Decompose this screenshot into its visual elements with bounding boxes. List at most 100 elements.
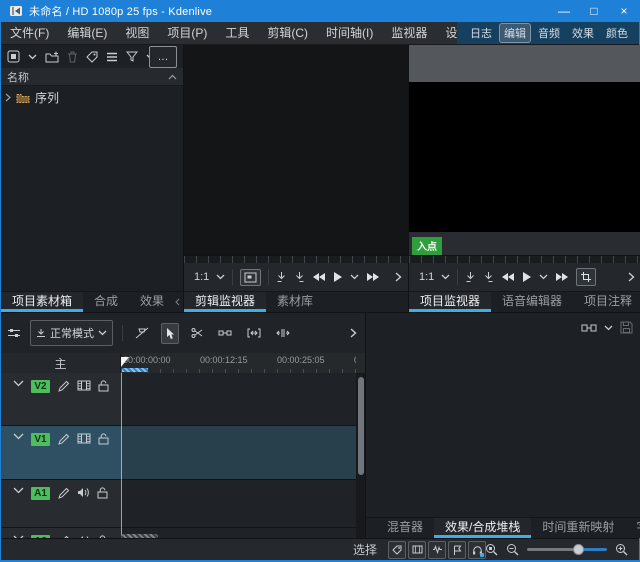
toolbar-overflow-icon[interactable]: [395, 272, 404, 282]
maximize-button[interactable]: □: [579, 0, 609, 22]
audio-track-icon[interactable]: [77, 487, 90, 498]
bin-more-button[interactable]: …: [149, 46, 177, 68]
workspace-color[interactable]: 颜色: [601, 23, 633, 43]
ripple-tool-icon[interactable]: [273, 325, 293, 341]
timeline-ruler-track[interactable]: 00:00:00:00 00:00:12:15 00:00:25:05 00:0…: [121, 353, 356, 373]
zone-mode-button[interactable]: [576, 268, 596, 286]
edit-mode-select[interactable]: 正常模式: [30, 320, 113, 346]
workspace-logging[interactable]: 日志: [465, 23, 497, 43]
delete-icon[interactable]: [67, 51, 78, 63]
audio-monitor-toggle[interactable]: [468, 541, 486, 559]
timeline-zoom-slider[interactable]: [527, 544, 607, 556]
lock-icon[interactable]: [98, 433, 109, 445]
tab-library[interactable]: 素材库: [266, 292, 324, 312]
tab-scroll-left-icon[interactable]: [175, 298, 180, 306]
tab-mixer[interactable]: 混音器: [376, 518, 434, 538]
tab-project-monitor[interactable]: 项目监视器: [409, 292, 491, 312]
tab-compositions[interactable]: 合成: [83, 292, 129, 312]
menu-view[interactable]: 视图: [116, 22, 158, 44]
slip-tool-icon[interactable]: [244, 325, 264, 341]
workspace-audio[interactable]: 音频: [533, 23, 565, 43]
track-header-v2[interactable]: V2: [1, 373, 121, 425]
minimize-button[interactable]: —: [549, 0, 579, 22]
bin-item-sequences[interactable]: 序列: [1, 86, 183, 109]
menu-tools[interactable]: 工具: [216, 22, 258, 44]
menu-project[interactable]: 项目(P): [158, 22, 216, 44]
chevron-down-icon[interactable]: [350, 274, 359, 280]
menu-timeline[interactable]: 时间轴(I): [317, 22, 382, 44]
save-effect-stack-icon[interactable]: [620, 321, 633, 334]
toolbar-overflow-icon[interactable]: [628, 272, 637, 282]
expand-arrow-icon[interactable]: [5, 93, 11, 102]
workspace-editing[interactable]: 编辑: [499, 23, 531, 43]
lock-icon[interactable]: [97, 487, 108, 499]
chevron-down-icon[interactable]: [539, 274, 548, 280]
rewind-icon[interactable]: [501, 272, 515, 282]
tab-effect-stack[interactable]: 效果/合成堆栈: [434, 518, 531, 538]
tab-speech-editor[interactable]: 语音编辑器: [491, 292, 573, 312]
project-monitor-zoom-level[interactable]: 1:1: [413, 271, 434, 283]
clip-monitor-zoom-level[interactable]: 1:1: [188, 271, 209, 283]
markers-toggle[interactable]: [448, 541, 466, 559]
close-button[interactable]: ×: [609, 0, 639, 22]
menu-clip[interactable]: 剪辑(C): [258, 22, 317, 44]
select-tool-button[interactable]: [161, 323, 179, 344]
track-badge[interactable]: V2: [31, 380, 50, 393]
workspace-effects[interactable]: 效果: [567, 23, 599, 43]
video-track-icon[interactable]: [77, 433, 91, 444]
create-folder-icon[interactable]: [45, 51, 59, 63]
mix-tool-icon[interactable]: [132, 324, 152, 342]
project-monitor-ruler[interactable]: [409, 255, 640, 263]
rewind-icon[interactable]: [312, 272, 326, 282]
tab-project-notes[interactable]: 项目注释: [573, 292, 640, 312]
compare-effect-icon[interactable]: [581, 323, 597, 333]
project-monitor-video[interactable]: [409, 82, 640, 232]
zoom-out-icon[interactable]: [506, 543, 519, 556]
timeline-ruler[interactable]: 主 00:00:00:00 00:00:12:15 00:00:25:05 00…: [1, 353, 365, 373]
audio-thumbnails-toggle[interactable]: [428, 541, 446, 559]
track-header-v1[interactable]: V1: [1, 426, 121, 479]
tag-icon[interactable]: [86, 51, 98, 63]
set-out-point-icon[interactable]: [294, 271, 305, 283]
razor-tool-icon[interactable]: [188, 324, 206, 342]
chevron-down-icon[interactable]: [13, 487, 24, 494]
video-track-icon[interactable]: [77, 380, 91, 391]
fast-forward-icon[interactable]: [366, 272, 380, 282]
timeline-zone-bar[interactable]: [122, 368, 148, 372]
track-lane-v2[interactable]: [121, 373, 357, 425]
tab-time-remap[interactable]: 时间重新映射: [531, 518, 625, 538]
tab-project-bin[interactable]: 项目素材箱: [1, 292, 83, 312]
titlebar[interactable]: 未命名 / HD 1080p 25 fps - Kdenlive — □ ×: [1, 0, 639, 22]
chevron-down-icon[interactable]: [216, 274, 225, 280]
scrollbar-thumb[interactable]: [358, 377, 364, 475]
sort-ascending-icon[interactable]: [168, 74, 177, 80]
timeline-vertical-scrollbar[interactable]: [356, 373, 365, 540]
chevron-down-icon[interactable]: [13, 380, 24, 387]
menu-monitor[interactable]: 监视器: [382, 22, 436, 44]
play-icon[interactable]: [522, 271, 532, 283]
tab-subtitles[interactable]: 字幕: [625, 518, 640, 538]
track-lane-a1[interactable]: [121, 480, 357, 527]
add-clip-icon[interactable]: [7, 50, 20, 63]
zoom-in-icon[interactable]: [615, 543, 628, 556]
chevron-down-icon[interactable]: [441, 274, 450, 280]
tab-clip-monitor[interactable]: 剪辑监视器: [184, 292, 266, 312]
track-options-icon[interactable]: [7, 327, 21, 339]
set-out-point-icon[interactable]: [483, 271, 494, 283]
set-in-point-icon[interactable]: [276, 271, 287, 283]
set-in-point-icon[interactable]: [465, 271, 476, 283]
clip-monitor-ruler[interactable]: [184, 255, 408, 263]
track-lane-v1[interactable]: [121, 426, 357, 479]
track-badge[interactable]: V1: [31, 433, 50, 446]
playhead-marker[interactable]: [121, 357, 130, 368]
tag-thumbnails-toggle[interactable]: [388, 541, 406, 559]
chevron-down-icon[interactable]: [13, 433, 24, 440]
edit-track-icon[interactable]: [57, 487, 70, 500]
lock-icon[interactable]: [98, 380, 109, 392]
tab-effects[interactable]: 效果: [129, 292, 175, 312]
track-badge[interactable]: A1: [31, 487, 50, 500]
toolbar-overflow-icon[interactable]: [350, 328, 365, 338]
fast-forward-icon[interactable]: [555, 272, 569, 282]
menu-edit[interactable]: 编辑(E): [58, 22, 116, 44]
zoom-fit-icon[interactable]: [485, 543, 498, 556]
